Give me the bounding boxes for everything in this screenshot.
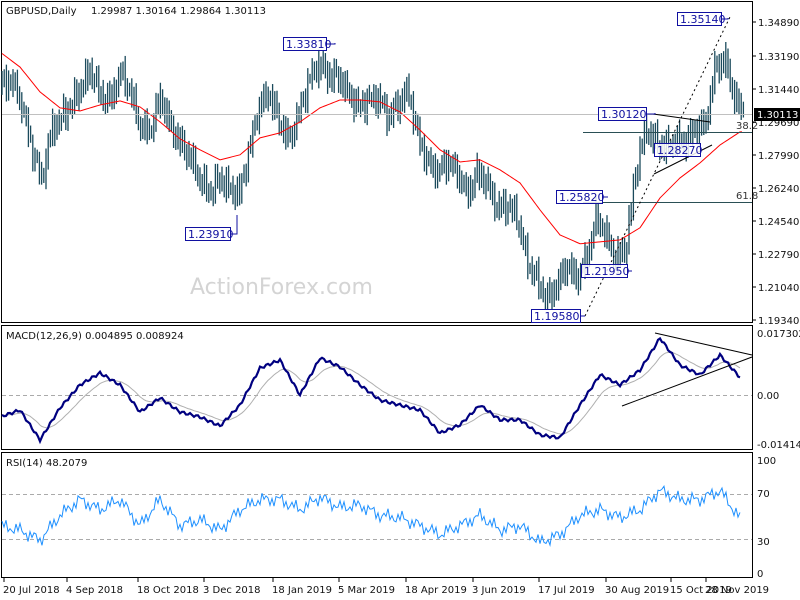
- price-tick-label: 1.24540: [758, 217, 799, 228]
- chart-symbol: GBPUSD,Daily: [6, 6, 77, 17]
- macd-tick-label: 0.017302: [757, 329, 800, 340]
- annotation-label: 1.23910: [188, 228, 234, 241]
- date-tick-label: 5 Mar 2019: [338, 585, 395, 596]
- fib-618-label: 61.8: [736, 191, 758, 202]
- macd-header: MACD(12,26,9) 0.004895 0.008924: [6, 331, 184, 342]
- rsi-tick-label: 100: [757, 456, 776, 467]
- annotation-label: 1.21950: [584, 265, 630, 278]
- rsi-tick-label: 70: [757, 489, 770, 500]
- macd-tick-label: -0.014148: [757, 440, 800, 451]
- macd-tick-label: 0.00: [757, 391, 779, 402]
- price-tick-label: 1.26240: [758, 184, 799, 195]
- price-tick-label: 1.34890: [758, 18, 799, 29]
- date-tick-label: 30 Aug 2019: [605, 585, 669, 596]
- trading-chart: ActionForex.com 38.2 61.8 1.33810 1.23910 1.…: [0, 0, 800, 600]
- date-tick-label: 17 Jul 2019: [538, 585, 595, 596]
- date-tick-label: 18 Oct 2018: [137, 585, 199, 596]
- price-tick-label: 1.33190: [758, 52, 799, 63]
- chart-ohlc: 1.29987 1.30164 1.29864 1.30113: [91, 6, 266, 17]
- watermark: ActionForex.com: [190, 275, 373, 300]
- annotation-label: 1.30120: [601, 108, 647, 121]
- date-tick-label: 3 Dec 2018: [203, 585, 261, 596]
- date-tick-label: 18 Jan 2019: [272, 585, 332, 596]
- rsi-header: RSI(14) 48.2079: [6, 458, 87, 469]
- date-tick-label: 4 Sep 2018: [66, 585, 123, 596]
- date-tick-label: 18 Apr 2019: [405, 585, 467, 596]
- fib-382-label: 38.2: [736, 121, 758, 132]
- price-tick-label: 1.19340: [758, 316, 799, 327]
- price-tick-label: 1.31440: [758, 85, 799, 96]
- annotation-label: 1.35140: [680, 13, 726, 26]
- annotation-label: 1.33810: [286, 38, 332, 51]
- date-tick-label: 20 Jul 2018: [3, 585, 60, 596]
- rsi-tick-label: 0: [757, 569, 763, 580]
- date-tick-label: 3 Jun 2019: [472, 585, 526, 596]
- date-tick-label: 28 Nov 2019: [705, 585, 769, 596]
- price-tick-label: 1.22790: [758, 250, 799, 261]
- price-tick-label: 1.21040: [758, 283, 799, 294]
- annotation-label: 1.19580: [534, 310, 580, 323]
- background: [0, 0, 800, 600]
- current-price-label: 1.30113: [757, 110, 798, 121]
- rsi-tick-label: 30: [757, 537, 770, 548]
- annotation-label: 1.28270: [657, 144, 703, 157]
- price-tick-label: 1.27990: [758, 151, 799, 162]
- annotation-label: 1.25820: [559, 191, 605, 204]
